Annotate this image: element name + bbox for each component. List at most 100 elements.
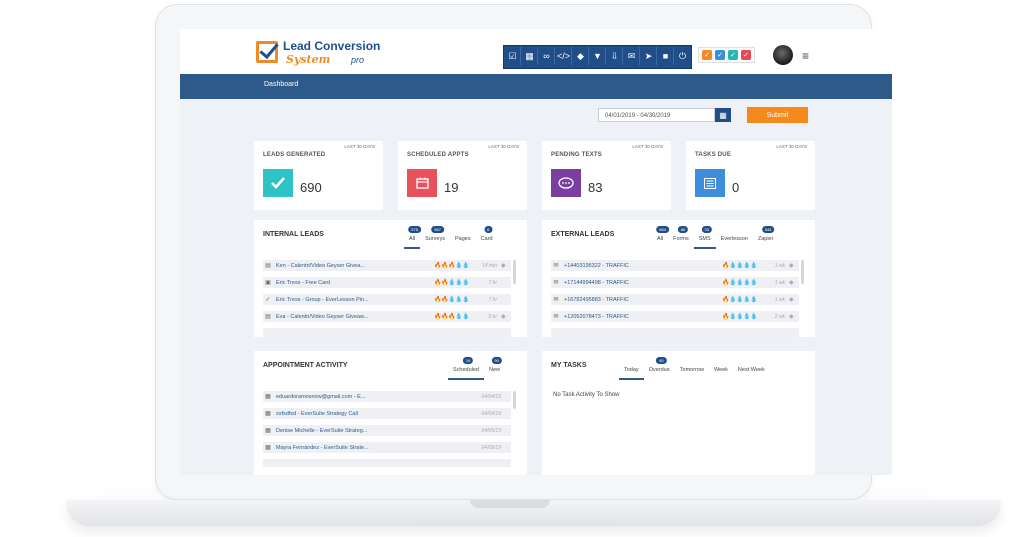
tab-sms[interactable]: SMS 33 (693, 226, 716, 249)
tab-label: New (489, 367, 501, 373)
tab-all[interactable]: All 664 (652, 226, 669, 247)
lead-time: 7 hr (488, 296, 497, 303)
tab-badge: 575 (408, 226, 421, 233)
appointment-row[interactable]: ▦ eduardoramosnow@gmail.com - E... 04/04… (263, 391, 511, 402)
appointment-date: 04/04/19 (481, 393, 501, 400)
orange-check-icon[interactable]: ✓ (702, 50, 712, 60)
tab-today[interactable]: Today (619, 365, 644, 380)
brand-logo[interactable]: Lead Conversion System pro (256, 39, 386, 69)
stat-card-leads[interactable]: LAST 30 DAYS LEADS GENERATED 690 (254, 141, 383, 210)
lead-row[interactable]: ✉ +12052078473 - TRAFFIC 🔥💧💧💧💧 2 wk ◆ (551, 311, 799, 322)
teal-check-icon[interactable]: ✓ (728, 50, 738, 60)
tag-icon[interactable]: ◆ (501, 262, 511, 269)
tab-overdue[interactable]: Overdue 45 (644, 357, 675, 378)
my-tasks-panel: MY TASKS Today Overdue 45 Tomorrow Week N… (542, 351, 815, 475)
stat-label: PENDING TEXTS (551, 152, 602, 158)
tag-icon[interactable]: ◆ (789, 296, 799, 303)
tab-badge: 544 (761, 226, 775, 233)
nav-dashboard[interactable]: Dashboard (264, 81, 298, 88)
date-range-input[interactable]: 04/01/2019 - 04/30/2019 (598, 108, 715, 122)
lead-row-partial[interactable] (551, 328, 799, 337)
tab-badge: 664 (656, 226, 669, 233)
lead-name: Eric Tress - Group - EverLesson Pin... (276, 296, 369, 303)
lead-row-partial[interactable] (263, 328, 511, 337)
tab-zapier[interactable]: Zapier 544 (753, 226, 779, 247)
checkmark-icon: ✓ (265, 297, 271, 303)
link-icon[interactable]: ∞ (539, 47, 555, 65)
power-icon[interactable]: ⏻ (675, 47, 690, 65)
stat-period: LAST 30 DAYS (344, 144, 375, 149)
lead-time: 9 hr (488, 313, 497, 320)
blue-check-icon[interactable]: ✓ (715, 50, 725, 60)
tag-icon[interactable]: ◆ (573, 47, 589, 65)
tab-tomorrow[interactable]: Tomorrow (675, 365, 709, 378)
tag-icon[interactable]: ◆ (789, 313, 799, 320)
lead-row[interactable]: ✉ +14403195322 - TRAFFIC 🔥💧💧💧💧 1 wk ◆ (551, 260, 799, 271)
filter-icon[interactable]: ▼ (590, 47, 606, 65)
tab-label: Today (624, 367, 639, 373)
lead-name: Eric Tress - Free Card (276, 279, 331, 286)
lead-score-flames: 🔥💧💧💧💧 (722, 280, 757, 286)
tab-label: Overdue (648, 367, 670, 373)
stat-card-texts[interactable]: LAST 30 DAYS PENDING TEXTS 83 (542, 141, 671, 210)
tab-everlesson[interactable]: Everlesson (716, 234, 753, 247)
tag-icon[interactable]: ◆ (501, 313, 511, 320)
appointment-row-partial[interactable] (263, 459, 511, 467)
lead-name: +16782495883 - TRAFFIC (564, 296, 629, 303)
stat-card-tasks[interactable]: LAST 30 DAYS TASKS DUE 0 (686, 141, 815, 210)
tab-week[interactable]: Week (709, 365, 733, 378)
lead-row[interactable]: ▤ Ken - Calentri/Video Geyser Givea... 🔥… (263, 260, 511, 271)
stat-card-appts[interactable]: LAST 30 DAYS SCHEDULED APPTS 19 (398, 141, 527, 210)
logo-check-icon (256, 41, 278, 63)
lead-score-flames: 🔥💧💧💧💧 (722, 297, 757, 303)
list-icon (695, 169, 725, 197)
mail-icon[interactable]: ✉ (624, 47, 640, 65)
user-avatar[interactable] (773, 45, 793, 65)
send-icon[interactable]: ➤ (641, 47, 657, 65)
lead-time: 7 hr (488, 279, 497, 286)
lead-score-flames: 🔥💧💧💧💧 (722, 263, 757, 269)
tab-label: Everlesson (720, 236, 748, 242)
stat-label: LEADS GENERATED (263, 152, 326, 158)
lead-row[interactable]: ✉ +16782495883 - TRAFFIC 🔥💧💧💧💧 1 wk ◆ (551, 294, 799, 305)
menu-icon[interactable]: ≡ (802, 49, 809, 63)
tab-all[interactable]: All 575 (404, 226, 421, 249)
submit-button[interactable]: Submit (747, 107, 808, 123)
lead-row[interactable]: ▣ Eric Tress - Free Card 🔥🔥💧💧💧 7 hr (263, 277, 511, 288)
calendar-icon[interactable]: ▦ (522, 47, 538, 65)
scrollbar[interactable] (513, 391, 516, 409)
appointment-row[interactable]: ▦ xsfsdfsd - EverSuite Strategy Call 04/… (263, 408, 511, 419)
stat-label: SCHEDULED APPTS (407, 152, 469, 158)
tag-icon[interactable]: ◆ (789, 262, 799, 269)
calendar-picker-icon[interactable]: ▦ (715, 108, 731, 122)
tab-new[interactable]: New 90 (484, 357, 505, 378)
tab-badge: 567 (431, 226, 444, 233)
calendar-icon (407, 169, 437, 197)
lock-icon[interactable]: ■ (658, 47, 674, 65)
scrollbar[interactable] (513, 260, 516, 284)
external-leads-tabs: All 664 Forms 86 SMS 33 Everlesson Zapier 54… (652, 226, 779, 249)
scrollbar[interactable] (801, 260, 804, 284)
lead-row[interactable]: ✉ +17144994498 - TRAFFIC 🔥💧💧💧💧 1 wk ◆ (551, 277, 799, 288)
lead-score-flames: 🔥🔥💧💧💧 (434, 280, 469, 286)
lead-row[interactable]: ▤ Eva - Calentri/Video Geyser Giveaw... … (263, 311, 511, 322)
tag-icon[interactable]: ◆ (789, 279, 799, 286)
panel-title: MY TASKS (551, 362, 587, 369)
tab-label: Forms (673, 236, 689, 242)
tab-label: All (657, 236, 664, 242)
tab-pages[interactable]: Pages (450, 234, 476, 247)
lead-row[interactable]: ✓ Eric Tress - Group - EverLesson Pin...… (263, 294, 511, 305)
tab-card[interactable]: Card 8 (476, 226, 498, 247)
tab-forms[interactable]: Forms 86 (668, 226, 694, 247)
tab-next-week[interactable]: Next Week (733, 365, 770, 378)
tab-surveys[interactable]: Surveys 567 (420, 226, 450, 247)
tab-label: Card (480, 236, 493, 242)
tab-scheduled[interactable]: Scheduled 19 (448, 357, 484, 380)
appointment-row[interactable]: ▦ Mayra Fernández - EverSuite Strate... … (263, 442, 511, 453)
calendar-icon: ▦ (265, 428, 271, 434)
red-check-icon[interactable]: ✓ (741, 50, 751, 60)
code-icon[interactable]: </> (556, 47, 572, 65)
download-icon[interactable]: ⇩ (607, 47, 623, 65)
appointment-row[interactable]: ▦ Denise Michelle - EverSuite Strateg...… (263, 425, 511, 436)
check-square-icon[interactable]: ☑ (505, 47, 521, 65)
